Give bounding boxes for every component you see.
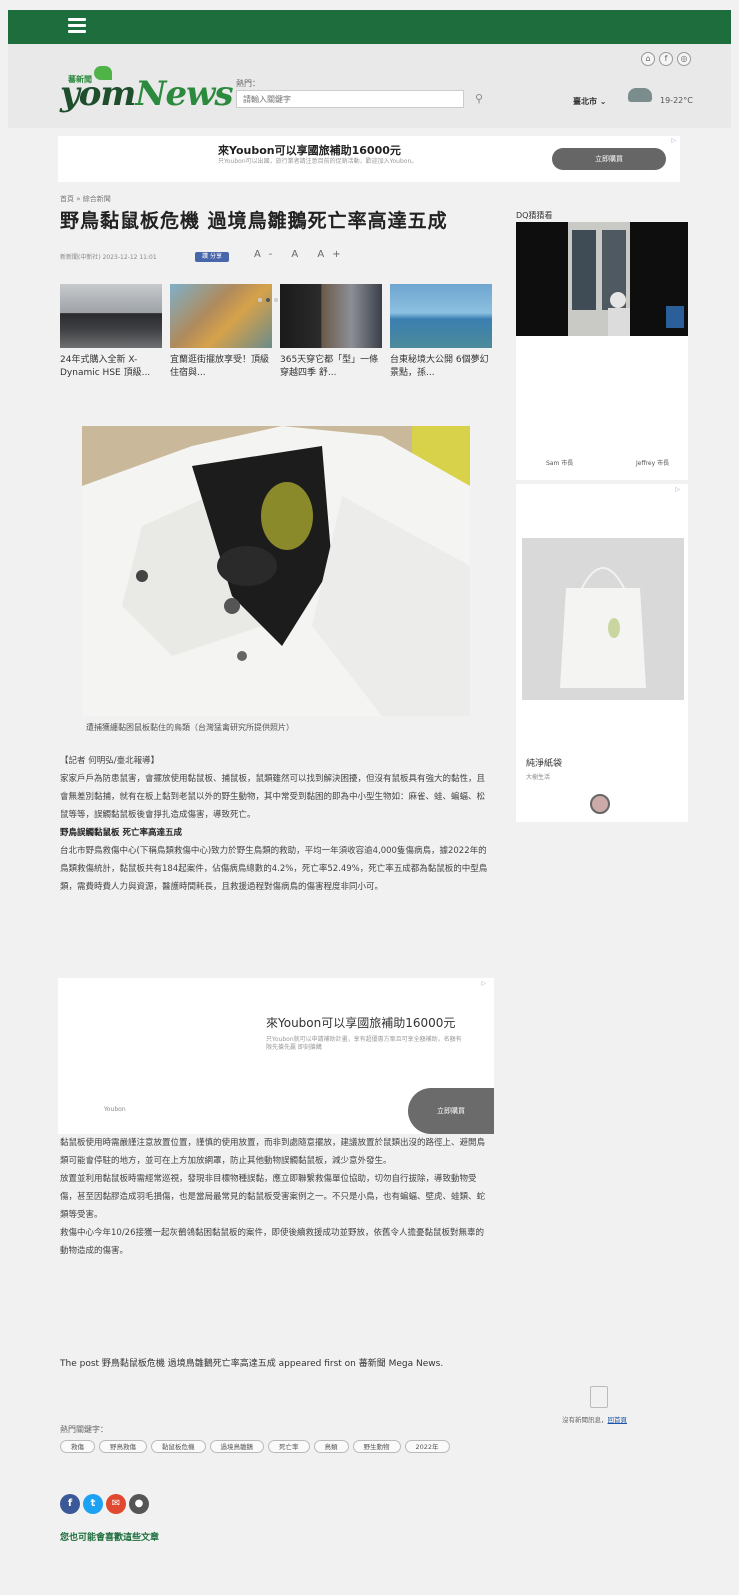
cloud-icon (628, 88, 652, 102)
ad-product-name: 純淨紙袋 (526, 759, 563, 769)
related-articles-title: 您也可能會喜歡這些文章 (60, 1533, 160, 1543)
site-logo[interactable]: yomNews (60, 74, 234, 114)
keyword-tag[interactable]: 野鳥救傷 (99, 1440, 147, 1453)
article-subheading: 野鳥誤觸黏鼠板 死亡率高達五成 (60, 828, 182, 838)
search-icon[interactable]: ⚲ (475, 92, 487, 105)
share-buttons: f t ✉ ● (60, 1494, 149, 1514)
article-title: 野鳥黏鼠板危機 過境鳥雛鵝死亡率高達五成 (60, 210, 448, 232)
carousel-item[interactable]: 宜蘭逛街擺放享受！頂級住宿與... (170, 284, 272, 380)
keyword-tag[interactable]: 死亡率 (268, 1440, 310, 1453)
ad-title: 來Youbon可以享國旅補助16000元 (218, 144, 401, 157)
ad-buy-button[interactable]: 立即購買 (552, 148, 666, 170)
article-column: 首頁 » 綜合新聞 野鳥黏鼠板危機 過境鳥雛鵝死亡率高達五成 新新聞(中新社) … (52, 186, 500, 1595)
chat-share-icon[interactable]: ● (129, 1494, 149, 1514)
carousel-item[interactable]: 24年式購入全新 X-Dynamic HSE 頂級... (60, 284, 162, 380)
post-origin-line: The post 野鳥黏鼠板危機 過境鳥雛鵝死亡率高達五成 appeared f… (60, 1359, 444, 1369)
temperature: 19-22°C (660, 96, 693, 105)
top-nav-bar (8, 10, 731, 44)
video-caption-a: Sam 市長 (546, 460, 574, 467)
sidebar-video-panel: Sam 市長 Jeffrey 市長 (516, 336, 688, 480)
sidebar-video-label: DQ猜猜看 (516, 211, 553, 220)
keyword-tag[interactable]: 過境鳥雛鵝 (209, 1440, 264, 1453)
article-paragraph: 家家戶戶為防患鼠害，會擺放使用黏鼠板、捕鼠板，鼠類雖然可以找到解決困擾，但沒有鼠… (60, 774, 486, 820)
carousel-item[interactable]: 365天穿它都「型」一條穿越四季 舒... (280, 284, 382, 380)
logo-suffix: News (135, 74, 233, 114)
article-paragraph: 台北市野鳥救傷中心(下稱鳥類救傷中心)致力於野生鳥類的救助，平均一年須收容逾4,… (60, 846, 488, 892)
carousel-image (60, 284, 162, 348)
empty-calendar-icon (590, 1386, 608, 1408)
ad-buy-button[interactable]: 立即購買 (408, 1088, 494, 1134)
carousel-image (170, 284, 272, 348)
ad-info-icon[interactable]: ▷ (675, 486, 680, 493)
article-body: 【記者 何明弘/臺北報導】 家家戶戶為防患鼠害，會擺放使用黏鼠板、捕鼠板，鼠類雖… (60, 752, 492, 896)
ad-product-sub: 大樹生活 (526, 774, 551, 781)
keyword-tags: 救傷 野鳥救傷 黏鼠板危機 過境鳥雛鵝 死亡率 鳥類 野生動物 2022年 (60, 1440, 460, 1453)
social-icons: ⌂ f ◎ (641, 52, 691, 66)
carousel-caption: 台東秘境大公開 6個夢幻景點，孫... (390, 355, 489, 378)
search-input[interactable] (236, 90, 464, 108)
article-paragraph: 黏鼠板使用時需嚴謹注意放置位置，謹慎的使用放置，而非到處隨意擺放，建議放置於鼠類… (60, 1138, 486, 1166)
paper-bag-image (522, 538, 684, 700)
hamburger-menu-icon[interactable] (68, 18, 86, 34)
search-label: 熱門： (236, 79, 260, 88)
video-caption-b: Jeffrey 市長 (636, 460, 670, 467)
ad-title: 來Youbon可以享國旅補助16000元 (266, 1016, 456, 1030)
sidebar-ad[interactable]: ▷ 純淨紙袋 大樹生活 (516, 484, 688, 788)
keyword-tag[interactable]: 救傷 (60, 1440, 95, 1453)
facebook-like-button[interactable]: 讚 分享 (195, 252, 229, 262)
video-thumbnail (516, 222, 688, 336)
carousel-image (280, 284, 382, 348)
city-label: 臺北市 (573, 97, 597, 106)
photo-caption: 遭捕獲纏黏困鼠板黏住的鳥類（台灣猛禽研究所提供照片） (86, 723, 294, 732)
ad-info-icon[interactable]: ▷ (481, 980, 486, 987)
keyword-tag[interactable]: 野生動物 (352, 1440, 401, 1453)
site-header: ⌂ f ◎ 蕃新聞 yomNews 熱門： ⚲ 臺北市 ⌄ 19-22°C (8, 44, 731, 128)
carousel-item[interactable]: 台東秘境大公開 6個夢幻景點，孫... (390, 284, 492, 380)
twitter-share-icon[interactable]: t (83, 1494, 103, 1514)
home-link[interactable]: 回首頁 (608, 1416, 628, 1424)
breadcrumb[interactable]: 首頁 » 綜合新聞 (60, 194, 111, 204)
carousel-caption: 365天穿它都「型」一條穿越四季 舒... (280, 355, 379, 378)
inline-ad[interactable]: ▷ 來Youbon可以享國旅補助16000元 只Youbon就可以申請補助計畫，… (58, 978, 494, 1134)
article-paragraph: 【記者 何明弘/臺北報導】 (60, 756, 160, 766)
sidebar-avatar-strip (516, 788, 688, 822)
empty-text: 沒有新聞訊息 (562, 1416, 601, 1424)
article-paragraph: 救傷中心今年10/26接獲一起灰鶺鴒黏困黏鼠板的案件，即使後續救援成功並野放，依… (60, 1228, 485, 1256)
logo-prefix: yom (60, 74, 136, 114)
article-body-continued: 黏鼠板使用時需嚴謹注意放置位置，謹慎的使用放置，而非到處隨意擺放，建議放置於鼠類… (60, 1134, 492, 1260)
bird-in-paper-illustration (82, 426, 470, 716)
ad-description: 只Youbon就可以申請補助計畫，享有超優惠方案且可享全額補助，名額有限先搶先贏… (266, 1036, 462, 1051)
article-meta: 新新聞(中新社) 2023-12-12 11:01 (60, 254, 157, 261)
article-paragraph: 放置並利用黏鼠板時需經常巡視，發現非目標物種誤黏，應立即聯繫救傷單位協助，切勿自… (60, 1174, 486, 1220)
keywords-label: 熱門關鍵字： (60, 1425, 108, 1434)
carousel-caption: 宜蘭逛街擺放享受！頂級住宿與... (170, 355, 270, 378)
avatar[interactable] (590, 794, 610, 814)
facebook-share-icon[interactable]: f (60, 1494, 80, 1514)
chevron-down-icon: ⌄ (599, 97, 607, 106)
carousel-dots[interactable] (258, 298, 278, 302)
font-size-controls[interactable]: A- A A+ (254, 249, 349, 260)
ad-description: 只Youbon可以出國，旅行業者請注意目前的促銷活動，歡迎加入Youbon。 (218, 158, 418, 165)
instagram-icon[interactable]: ◎ (677, 52, 691, 66)
ad-brand: Youbon (104, 1106, 126, 1113)
email-share-icon[interactable]: ✉ (106, 1494, 126, 1514)
sidebar-empty-message: 沒有新聞訊息，回首頁 (562, 1416, 628, 1424)
facebook-icon[interactable]: f (659, 52, 673, 66)
keyword-tag[interactable]: 鳥類 (313, 1440, 349, 1453)
keyword-tag[interactable]: 黏鼠板危機 (151, 1440, 206, 1453)
keyword-tag[interactable]: 2022年 (404, 1440, 450, 1453)
ad-info-icon[interactable]: ▷ (671, 137, 676, 144)
top-banner-ad[interactable]: 來Youbon可以享國旅補助16000元 只Youbon可以出國，旅行業者請注意… (58, 136, 680, 182)
carousel-caption: 24年式購入全新 X-Dynamic HSE 頂級... (60, 355, 151, 378)
sidebar-video[interactable] (516, 222, 688, 336)
paper-bag-illustration (522, 538, 684, 700)
carousel-image (390, 284, 492, 348)
home-icon[interactable]: ⌂ (641, 52, 655, 66)
city-select[interactable]: 臺北市 ⌄ (573, 96, 607, 107)
article-photo (82, 426, 470, 716)
